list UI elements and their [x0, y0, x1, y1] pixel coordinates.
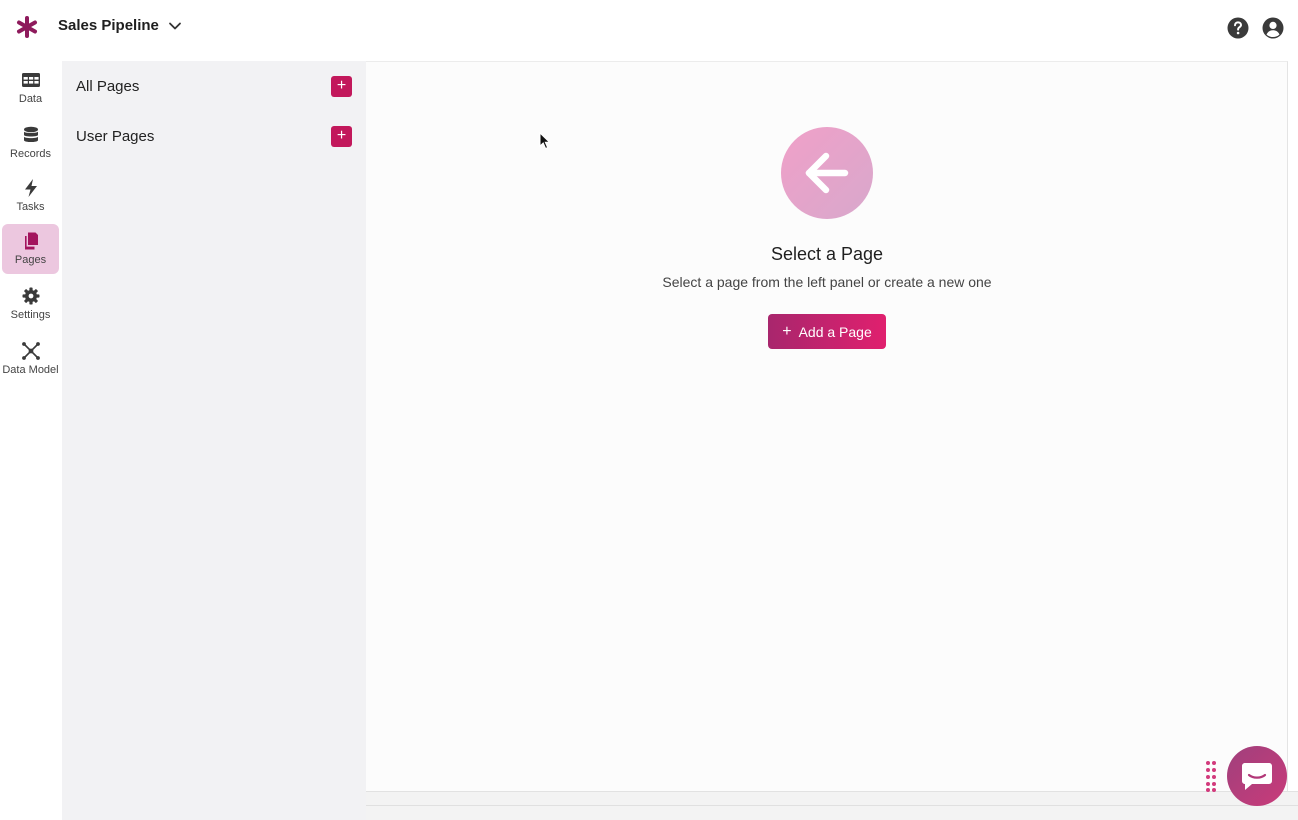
add-user-pages-button[interactable]: +: [331, 125, 352, 147]
chat-bubble-icon: [1242, 763, 1272, 790]
rail-item-tasks[interactable]: Tasks: [2, 171, 59, 221]
pages-section-user-pages[interactable]: User Pages +: [76, 122, 352, 150]
section-label: All Pages: [76, 77, 140, 95]
chevron-down-icon[interactable]: [168, 19, 182, 33]
section-label: User Pages: [76, 127, 155, 145]
rail-label: Tasks: [16, 201, 45, 213]
arrow-left-icon: [805, 152, 849, 194]
add-all-pages-button[interactable]: +: [331, 75, 352, 97]
drag-handle-icon[interactable]: [1205, 760, 1217, 792]
table-icon: [21, 73, 40, 87]
left-nav-rail: Data Records Tasks Pages Settings Data M…: [0, 60, 62, 820]
database-icon: [23, 126, 38, 142]
app-title[interactable]: Sales Pipeline: [58, 17, 159, 34]
rail-item-records[interactable]: Records: [2, 118, 59, 168]
rail-label: Settings: [10, 309, 51, 321]
empty-state-title: Select a Page: [770, 244, 884, 264]
rail-label: Pages: [14, 254, 47, 266]
pages-icon: [24, 232, 38, 250]
rail-item-pages[interactable]: Pages: [2, 224, 59, 274]
main-content: Select a Page Select a page from the lef…: [366, 61, 1288, 791]
mouse-cursor-icon: [539, 132, 551, 150]
gear-icon: [22, 287, 39, 305]
rail-item-data[interactable]: Data: [2, 63, 59, 113]
help-icon[interactable]: [1227, 17, 1249, 39]
bottom-scrollbar-area: [366, 791, 1298, 820]
arrow-left-illustration: [781, 127, 873, 219]
bolt-icon: [24, 179, 37, 197]
add-page-button[interactable]: + Add a Page: [768, 314, 886, 349]
asterisk-logo-icon[interactable]: [15, 15, 39, 39]
pages-panel: All Pages + User Pages +: [62, 61, 366, 820]
rail-item-settings[interactable]: Settings: [2, 279, 59, 329]
network-icon: [21, 342, 40, 360]
chat-launcher-button[interactable]: [1227, 746, 1287, 806]
rail-label: Records: [10, 148, 51, 160]
plus-icon: +: [782, 322, 792, 340]
rail-item-data-model[interactable]: Data Model: [2, 334, 59, 384]
rail-label: Data Model: [2, 364, 59, 376]
user-account-icon[interactable]: [1262, 17, 1284, 39]
empty-state-subtitle: Select a page from the left panel or cre…: [662, 274, 992, 290]
rail-label: Data: [18, 93, 43, 105]
top-bar: Sales Pipeline: [0, 0, 1298, 54]
add-page-button-label: Add a Page: [798, 323, 872, 340]
pages-section-all-pages[interactable]: All Pages +: [76, 72, 352, 100]
